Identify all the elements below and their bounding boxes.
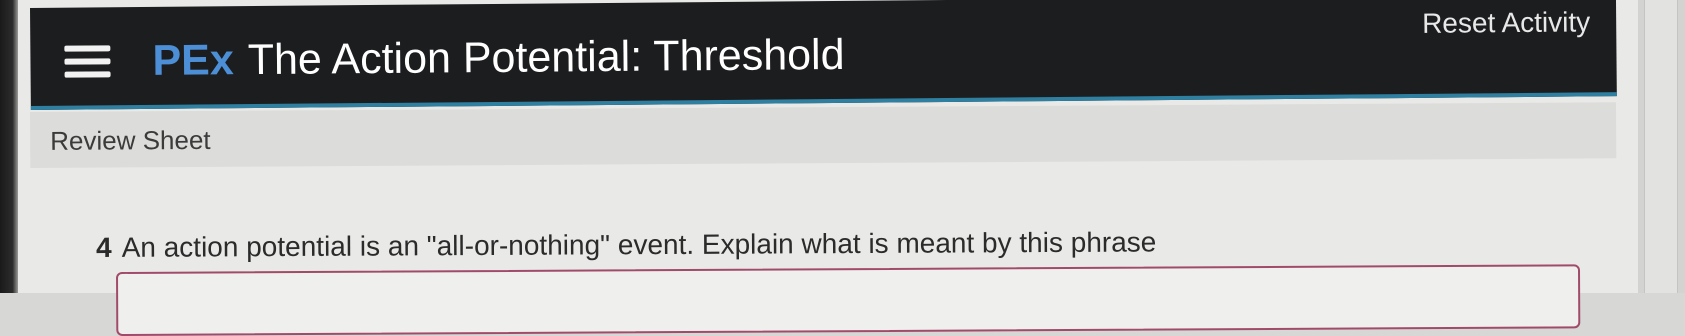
question-item: 4 An action potential is an "all-or-nothi… [96, 226, 1156, 264]
review-sheet-label: Review Sheet [50, 124, 211, 156]
activity-title: The Action Potential: Threshold [247, 30, 845, 85]
brand-label: PEx [152, 36, 234, 85]
question-number: 4 [96, 231, 112, 263]
scrollbar-thumb[interactable] [1644, 0, 1678, 293]
hamburger-menu-icon[interactable] [64, 45, 111, 81]
screen-bezel [0, 0, 18, 293]
review-sheet-bar: Review Sheet [30, 102, 1617, 168]
reset-activity-button[interactable]: Reset Activity [1422, 6, 1590, 39]
question-text: An action potential is an "all-or-nothin… [121, 226, 1157, 263]
page-title: PEx The Action Potential: Threshold [152, 29, 845, 87]
answer-textbox[interactable] [116, 264, 1581, 336]
app-header: PEx The Action Potential: Threshold Reset… [30, 0, 1617, 110]
